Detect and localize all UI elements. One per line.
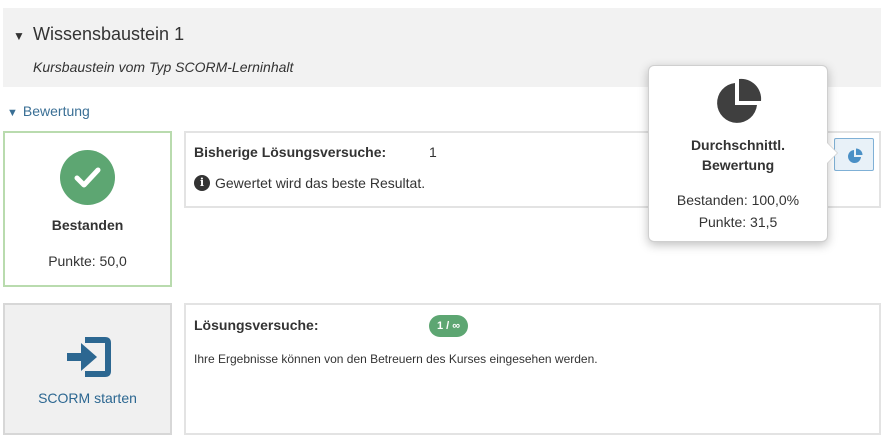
attempts-info-panel: Lösungsversuche: 1 / ∞ Ihre Ergebnisse k… [184, 303, 881, 435]
attempts-info: i Gewertet wird das beste Resultat. [194, 175, 425, 191]
chevron-down-icon: ▼ [7, 107, 18, 119]
attempts-badge: 1 / ∞ [429, 315, 469, 337]
page-subtitle: Kursbaustein vom Typ SCORM-Lerninhalt [33, 59, 294, 75]
attempts-info-text: Gewertet wird das beste Resultat. [215, 175, 426, 191]
info-icon: i [194, 175, 210, 191]
check-icon [60, 150, 115, 205]
page-title: Wissensbaustein 1 [33, 24, 185, 44]
results-visibility-note: Ihre Ergebnisse können von den Betreuern… [194, 352, 598, 366]
average-passed: Bestanden: 100,0% [676, 192, 800, 208]
pie-chart-icon [717, 78, 762, 123]
attempts-value: 1 [429, 144, 437, 160]
collapse-toggle-icon[interactable]: ▼ [13, 29, 25, 43]
assessment-section-label: Bewertung [22, 103, 90, 119]
status-points: Punkte: 50,0 [48, 253, 127, 269]
average-rating-button[interactable] [834, 138, 874, 171]
average-points: Punkte: 31,5 [698, 214, 778, 230]
status-panel: Bestanden Punkte: 50,0 [3, 131, 172, 287]
average-rating-popover: Durchschnittl. Bewertung Bestanden: 100,… [648, 65, 838, 242]
status-label: Bestanden [51, 217, 124, 233]
attempts-label: Bisherige Lösungsversuche: [194, 144, 387, 160]
solution-attempts-label: Lösungsversuche: [194, 317, 319, 333]
scorm-start-label: SCORM starten [38, 390, 137, 406]
sign-in-icon [67, 337, 111, 377]
assessment-section-toggle[interactable]: ▼ Bewertung [7, 103, 90, 119]
pie-chart-icon [848, 148, 863, 163]
popover-title: Durchschnittl. Bewertung [690, 137, 786, 173]
scorm-start-button[interactable]: SCORM starten [3, 303, 172, 435]
